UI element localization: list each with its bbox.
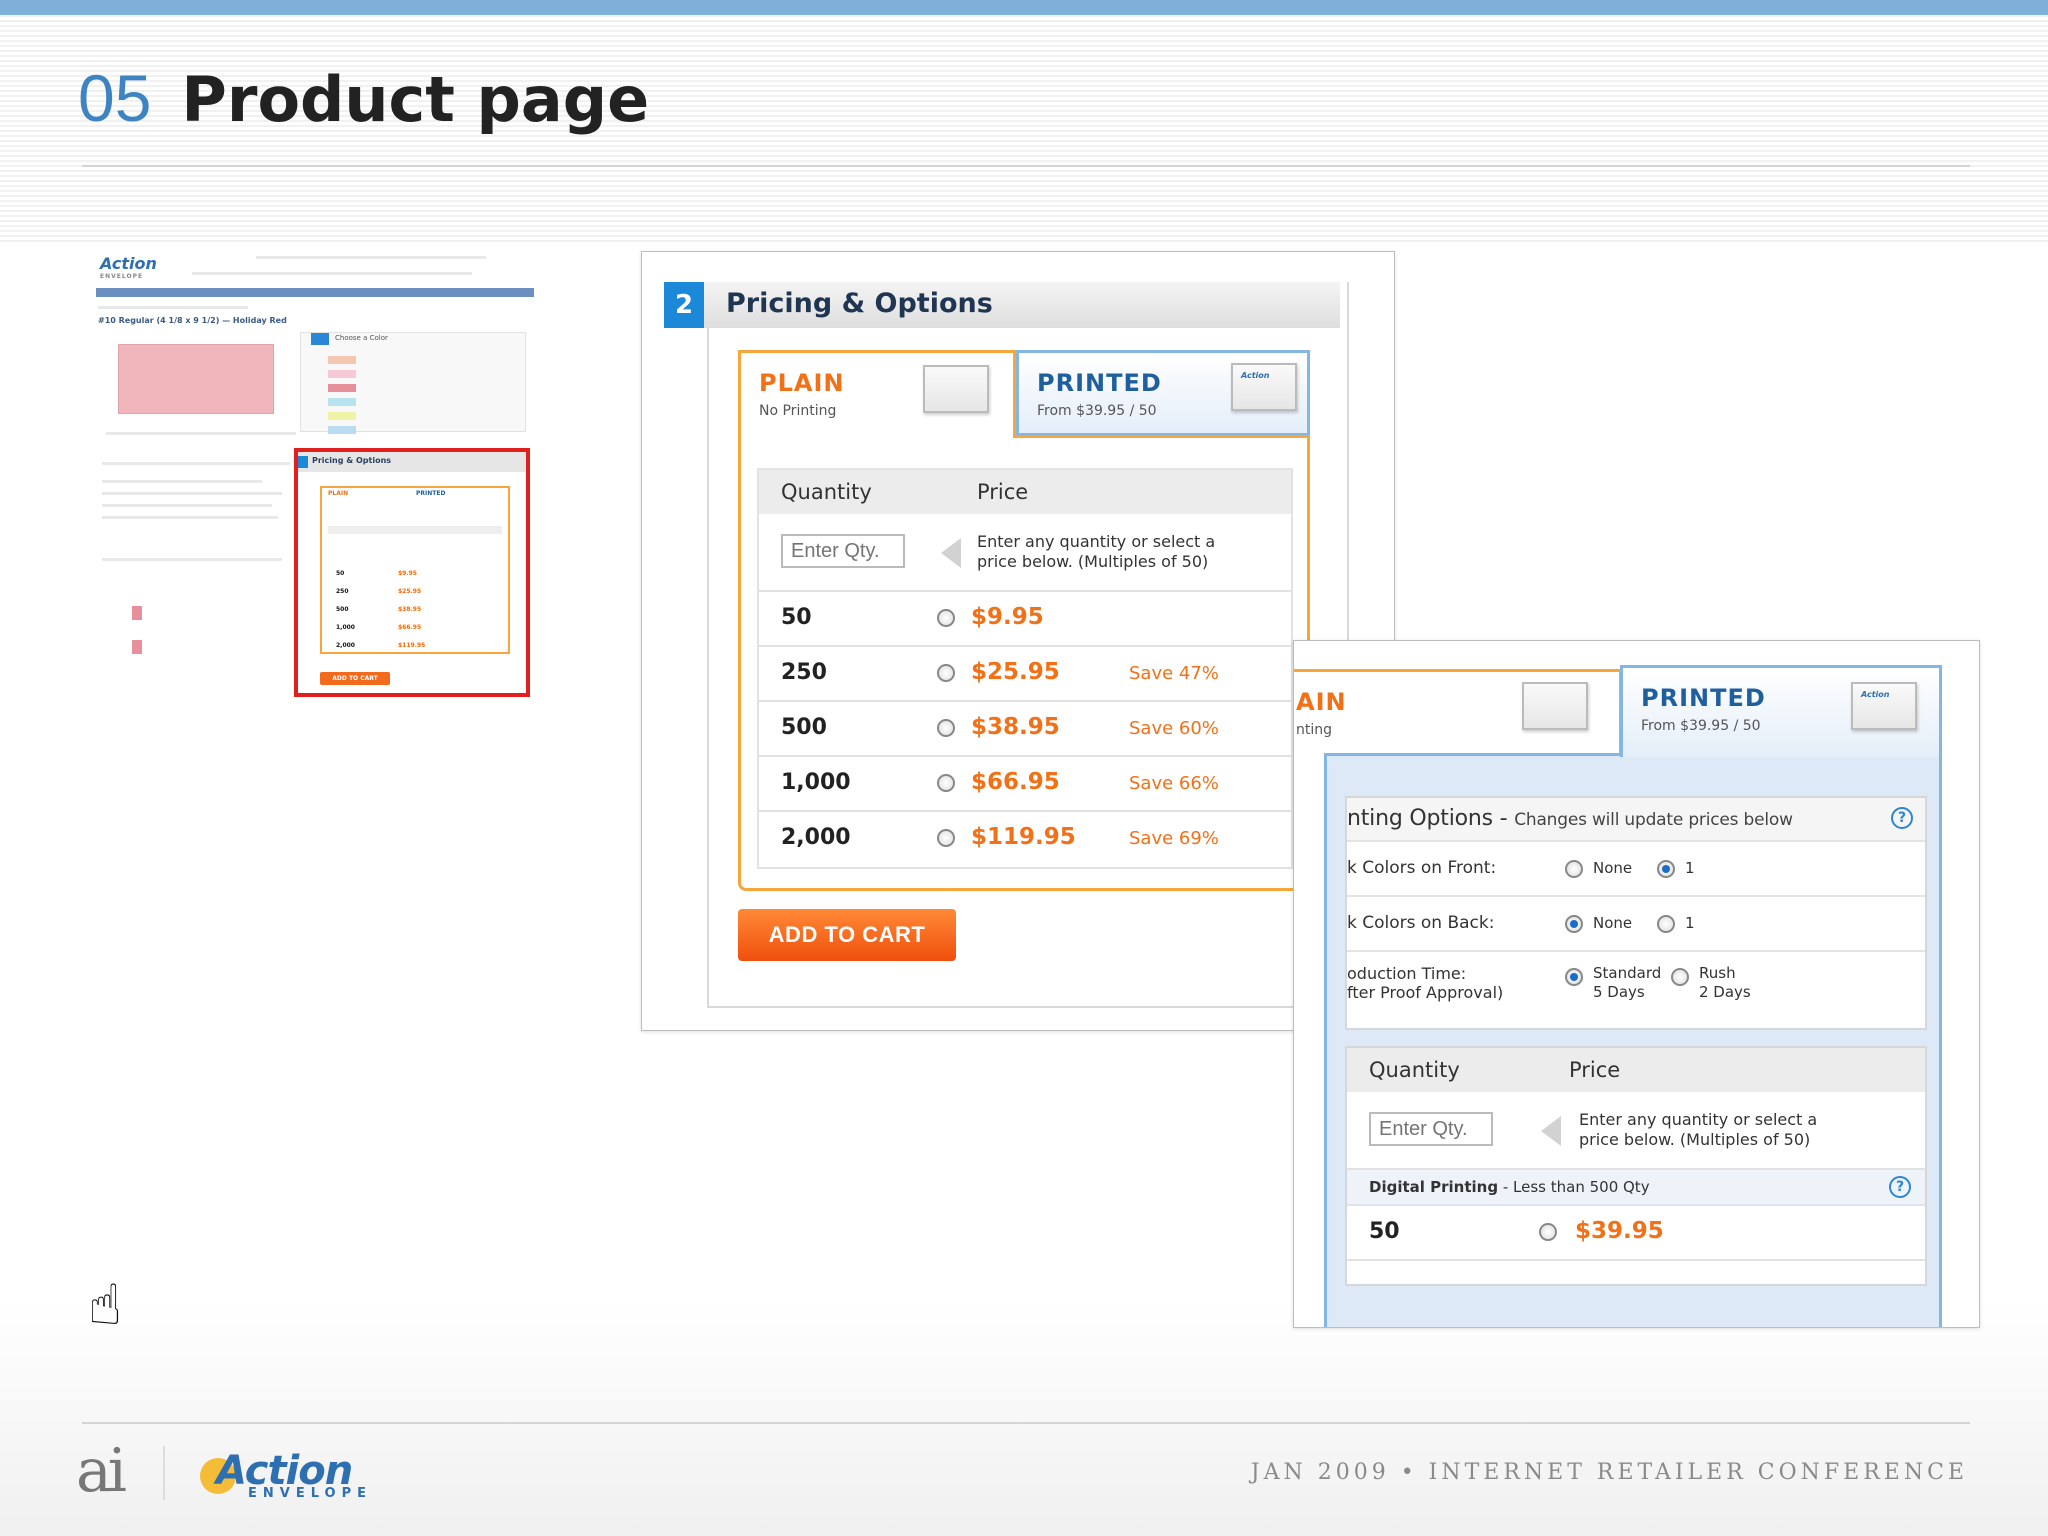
add-to-cart-button[interactable]: ADD TO CART xyxy=(738,909,956,961)
thumb-product-title: #10 Regular (4 1/8 x 9 1/2) — Holiday Re… xyxy=(98,316,287,325)
slide-heading: Product page xyxy=(181,63,650,136)
slide-title: 05 Product page xyxy=(78,60,649,136)
thumb-pricing-highlight: Pricing & Options PLAIN PRINTED 50 250 5… xyxy=(294,448,530,697)
price-table-box: Quantity Price Enter any quantity or sel… xyxy=(738,435,1310,891)
quantity-input[interactable] xyxy=(781,534,905,568)
price-row[interactable]: 2,000 $119.95 Save 69% xyxy=(759,812,1291,867)
conference-caption: JAN 2009 • INTERNET RETAILER CONFERENCE xyxy=(1250,1460,1968,1485)
printing-options-title: nting Options - Changes will update pric… xyxy=(1347,806,1793,831)
tab-printed-subtitle: From $39.95 / 50 xyxy=(1037,403,1157,419)
tab-printed[interactable]: PRINTED From $39.95 / 50 Action xyxy=(1016,350,1310,436)
tab-plain-subtitle: No Printing xyxy=(759,403,837,419)
front-none-radio[interactable] xyxy=(1565,860,1583,878)
column-price: Price xyxy=(977,480,1029,504)
production-time-row: oduction Time: fter Proof Approval) Stand… xyxy=(1347,964,1751,1002)
tab-plain-title: PLAIN xyxy=(759,369,845,397)
price-row[interactable]: 1,000 $66.95 Save 66% xyxy=(759,757,1291,812)
price-radio[interactable] xyxy=(937,664,955,682)
plain-envelope-icon xyxy=(923,365,989,413)
footer-divider xyxy=(163,1446,165,1500)
printed-options-panel: nting Options - Changes will update pric… xyxy=(1324,753,1942,1327)
printing-options-box: nting Options - Changes will update pric… xyxy=(1345,796,1927,1030)
printed-options-card: AIN nting nting Options - Changes will u… xyxy=(1293,640,1980,1328)
printed-price-table: Quantity Price Enter any quantity or sel… xyxy=(1345,1046,1927,1286)
price-row[interactable]: 500 $38.95 Save 60% xyxy=(759,702,1291,757)
price-row[interactable]: 250 $25.95 Save 47% xyxy=(759,647,1291,702)
tab-printed[interactable]: PRINTED From $39.95 / 50 Action xyxy=(1620,665,1942,757)
help-icon[interactable]: ? xyxy=(1891,807,1913,829)
digital-printing-row: Digital Printing - Less than 500 Qty ? xyxy=(1347,1170,1925,1206)
tab-printed-title: PRINTED xyxy=(1037,369,1162,397)
printed-envelope-icon: Action xyxy=(1231,363,1297,411)
header-rule xyxy=(82,165,1970,167)
thumb-add-to-cart: ADD TO CART xyxy=(320,672,390,685)
ai-logo: ai xyxy=(76,1436,127,1506)
plain-envelope-icon xyxy=(1522,682,1588,730)
price-radio[interactable] xyxy=(937,774,955,792)
hand-cursor-icon: ☝ xyxy=(88,1273,123,1338)
tab-plain[interactable]: AIN nting xyxy=(1294,669,1622,755)
product-page-thumbnail: Action ENVELOPE #10 Regular (4 1/8 x 9 1/… xyxy=(96,248,536,700)
thumb-envelope-image xyxy=(118,344,274,414)
tab-plain[interactable]: PLAIN No Printing xyxy=(738,350,1016,438)
arrow-left-icon xyxy=(941,538,961,568)
back-one-radio[interactable] xyxy=(1657,915,1675,933)
step-badge: 2 xyxy=(664,282,704,328)
footer-rule xyxy=(82,1422,1970,1424)
front-one-radio[interactable] xyxy=(1657,860,1675,878)
price-table: Quantity Price Enter any quantity or sel… xyxy=(757,468,1293,869)
price-table-header: Quantity Price xyxy=(759,470,1291,514)
pricing-title: Pricing & Options xyxy=(726,288,993,319)
price-row[interactable]: 50 $39.95 xyxy=(1347,1206,1925,1261)
brand-logo-sub: ENVELOPE xyxy=(248,1486,372,1501)
thumb-nav-bar xyxy=(96,288,534,297)
quantity-input[interactable] xyxy=(1369,1112,1493,1146)
price-radio[interactable] xyxy=(937,719,955,737)
printed-envelope-icon: Action xyxy=(1851,682,1917,730)
column-quantity: Quantity xyxy=(781,480,872,504)
price-radio[interactable] xyxy=(937,609,955,627)
price-row[interactable]: 50 $9.95 xyxy=(759,592,1291,647)
back-none-radio[interactable] xyxy=(1565,915,1583,933)
help-icon[interactable]: ? xyxy=(1889,1176,1911,1198)
standard-radio[interactable] xyxy=(1565,968,1583,986)
quantity-hint: Enter any quantity or select a price belo… xyxy=(977,532,1216,571)
slide-number: 05 xyxy=(78,61,152,135)
pricing-header: 2 Pricing & Options xyxy=(664,282,1340,328)
arrow-left-icon xyxy=(1541,1116,1561,1146)
colors-back-row: k Colors on Back: None 1 xyxy=(1347,897,1925,952)
price-radio[interactable] xyxy=(937,829,955,847)
pricing-card: 2 Pricing & Options PRINTED From $39.95 … xyxy=(641,251,1395,1031)
price-radio[interactable] xyxy=(1539,1223,1557,1241)
quantity-entry-row: Enter any quantity or select aprice belo… xyxy=(759,514,1291,592)
colors-front-row: k Colors on Front: None 1 xyxy=(1347,842,1925,897)
rush-radio[interactable] xyxy=(1671,968,1689,986)
slide-top-bar xyxy=(0,0,2048,15)
thumb-logo: Action ENVELOPE xyxy=(100,254,157,280)
